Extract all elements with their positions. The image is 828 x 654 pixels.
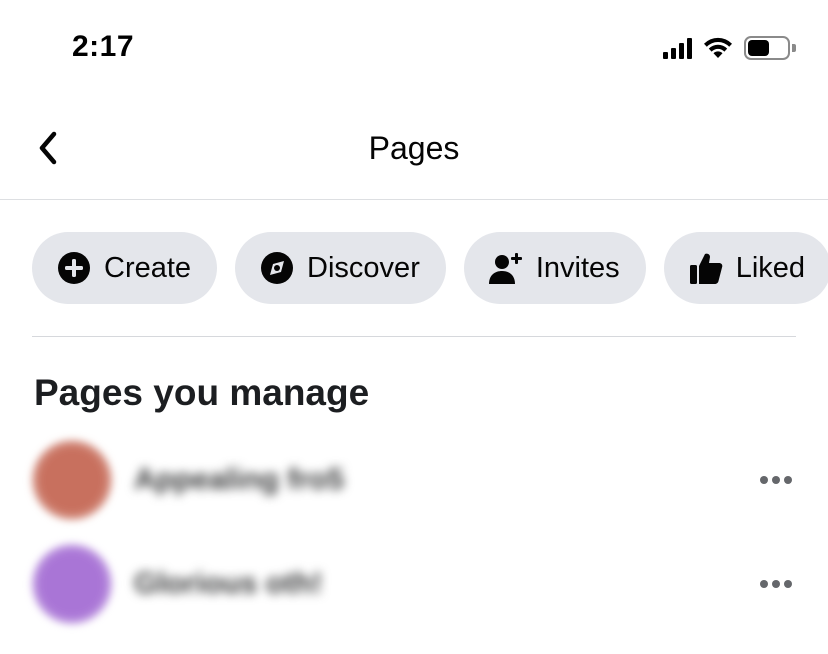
status-icons	[663, 36, 796, 60]
section-title: Pages you manage	[34, 372, 370, 413]
divider	[32, 336, 796, 337]
page-avatar	[32, 440, 112, 520]
discover-chip-label: Discover	[307, 251, 420, 284]
liked-chip-label: Liked	[735, 251, 806, 284]
page-title: Pages	[368, 130, 460, 166]
list-item[interactable]: Glorious oth!	[0, 532, 828, 636]
wifi-icon	[704, 37, 732, 58]
more-options-button[interactable]	[756, 564, 796, 604]
battery-icon	[744, 36, 796, 60]
more-options-button[interactable]	[756, 460, 796, 500]
list-item[interactable]: Appealing fro5	[0, 428, 828, 532]
page-name: Glorious oth!	[134, 567, 323, 600]
managed-pages-list: Appealing fro5 Glorious oth!	[0, 428, 828, 636]
page-avatar	[32, 544, 112, 624]
discover-chip[interactable]: Discover	[235, 232, 446, 304]
filter-chips: Create Discover Invites Liked	[32, 232, 828, 304]
invites-chip[interactable]: Invites	[463, 232, 646, 304]
thumbs-up-icon	[688, 250, 724, 286]
create-chip-label: Create	[104, 251, 192, 284]
nav-header: Pages	[0, 100, 828, 200]
cellular-signal-icon	[663, 37, 692, 59]
invites-chip-label: Invites	[535, 251, 620, 284]
page-name: Appealing fro5	[134, 463, 345, 496]
liked-chip[interactable]: Liked	[663, 232, 828, 304]
status-bar: 2:17	[0, 0, 828, 100]
person-add-icon	[488, 250, 524, 286]
status-time: 2:17	[72, 30, 135, 63]
more-dots-icon	[760, 476, 792, 484]
plus-circle-icon	[56, 250, 92, 286]
more-dots-icon	[760, 580, 792, 588]
create-chip[interactable]: Create	[32, 232, 218, 304]
compass-icon	[259, 250, 295, 286]
